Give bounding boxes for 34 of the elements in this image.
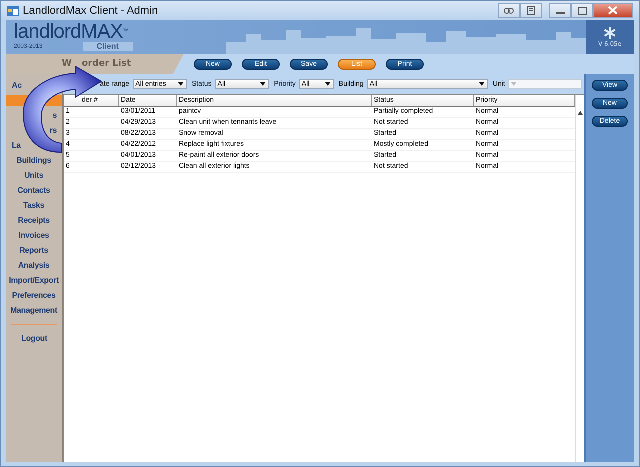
app-icon xyxy=(7,4,19,16)
caret-icon xyxy=(260,82,266,86)
sidebar-item[interactable]: Units xyxy=(6,168,62,183)
maximize-button[interactable] xyxy=(571,3,593,18)
close-icon xyxy=(608,6,618,15)
sidebar-item[interactable]: Reports xyxy=(6,243,62,258)
sidebar-item[interactable]: Invoices xyxy=(6,228,62,243)
minimize-button[interactable] xyxy=(549,3,571,18)
sidebar-item[interactable]: rs xyxy=(6,123,62,138)
sidebar-item[interactable]: Contacts xyxy=(6,183,62,198)
sidebar-item[interactable]: Preferences xyxy=(6,288,62,303)
scroll-up-icon[interactable] xyxy=(578,111,582,115)
close-button[interactable] xyxy=(593,3,633,18)
document-icon[interactable] xyxy=(520,3,542,18)
page-title-start: W xyxy=(62,59,72,69)
sidebar-item[interactable]: Buildings xyxy=(6,153,62,168)
sidebar-item[interactable]: Import/Export xyxy=(6,273,62,288)
sidebar-item[interactable]: Tasks xyxy=(6,198,62,213)
logo-text: landlordMAX xyxy=(14,21,124,43)
view-icon[interactable] xyxy=(498,3,520,18)
window-title: LandlordMax Client - Admin xyxy=(23,4,158,16)
edition-label: Client xyxy=(82,42,133,51)
sidebar-item[interactable]: Analysis xyxy=(6,258,62,273)
maximize-icon xyxy=(578,6,586,14)
caret-icon xyxy=(478,82,485,86)
sidebar-item[interactable]: Management xyxy=(6,303,62,318)
caret-icon xyxy=(511,82,518,86)
logout-link[interactable]: Logout xyxy=(6,331,62,346)
sidebar-item[interactable]: Receipts xyxy=(6,213,62,228)
sidebar-item[interactable]: s xyxy=(6,108,62,123)
caret-icon xyxy=(178,82,184,86)
page-title: order List xyxy=(82,59,132,69)
caret-icon xyxy=(324,82,331,86)
asterisk-icon xyxy=(603,26,617,40)
